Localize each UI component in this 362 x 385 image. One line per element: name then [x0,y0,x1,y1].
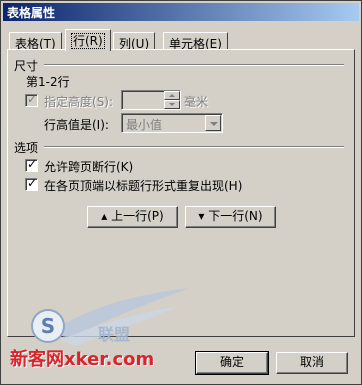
ok-button[interactable]: 确定 [195,351,269,375]
arrow-down-icon: ▾ [198,209,209,223]
spin-up-button[interactable] [164,91,180,100]
options-section-title: 选项 [14,141,39,155]
spin-down-button[interactable] [164,100,180,109]
previous-row-button[interactable]: ▴ 上一行(P) [87,206,178,228]
chevron-down-icon [210,122,218,126]
arrow-down-icon [169,103,175,106]
repeat-header-checkbox[interactable]: ✓ [25,176,38,191]
tab-table[interactable]: 表格(T) [9,32,62,51]
rows-label: 第1-2行 [26,75,70,89]
arrow-up-icon [169,94,175,97]
check-mark-icon: ✓ [27,176,38,190]
arrow-up-icon: ▴ [101,209,112,223]
allow-break-checkbox[interactable]: ✓ [25,157,38,172]
height-spinner[interactable] [164,91,180,109]
tab-column[interactable]: 列(U) [113,32,156,51]
watermark-text: 新客网xker.com [10,349,155,370]
row-height-select[interactable]: 最小值 [121,113,223,133]
specify-height-label: 指定高度(S): [44,95,114,109]
size-separator [44,64,344,66]
window-title: 表格属性 [7,6,56,20]
size-section-title: 尺寸 [14,59,39,73]
height-input[interactable] [121,90,181,110]
tab-cell[interactable]: 单元格(E) [163,32,228,51]
check-mark-icon: ✓ [27,157,38,171]
repeat-header-label: 在各页顶端以标题行形式重复出现(H) [44,179,243,193]
dropdown-button[interactable] [205,115,221,131]
cancel-button[interactable]: 取消 [276,352,348,374]
row-height-is-label: 行高值是(I): [44,118,109,132]
check-mark-icon: ✓ [27,92,38,106]
unit-label: 毫米 [184,95,209,109]
allow-break-label: 允许跨页断行(K) [44,160,134,174]
options-separator [44,146,344,148]
specify-height-checkbox[interactable]: ✓ [25,92,38,107]
title-bar[interactable]: 表格属性 [3,3,359,21]
tab-row[interactable]: 行(R) [65,29,111,51]
next-row-button[interactable]: ▾ 下一行(N) [185,206,276,228]
